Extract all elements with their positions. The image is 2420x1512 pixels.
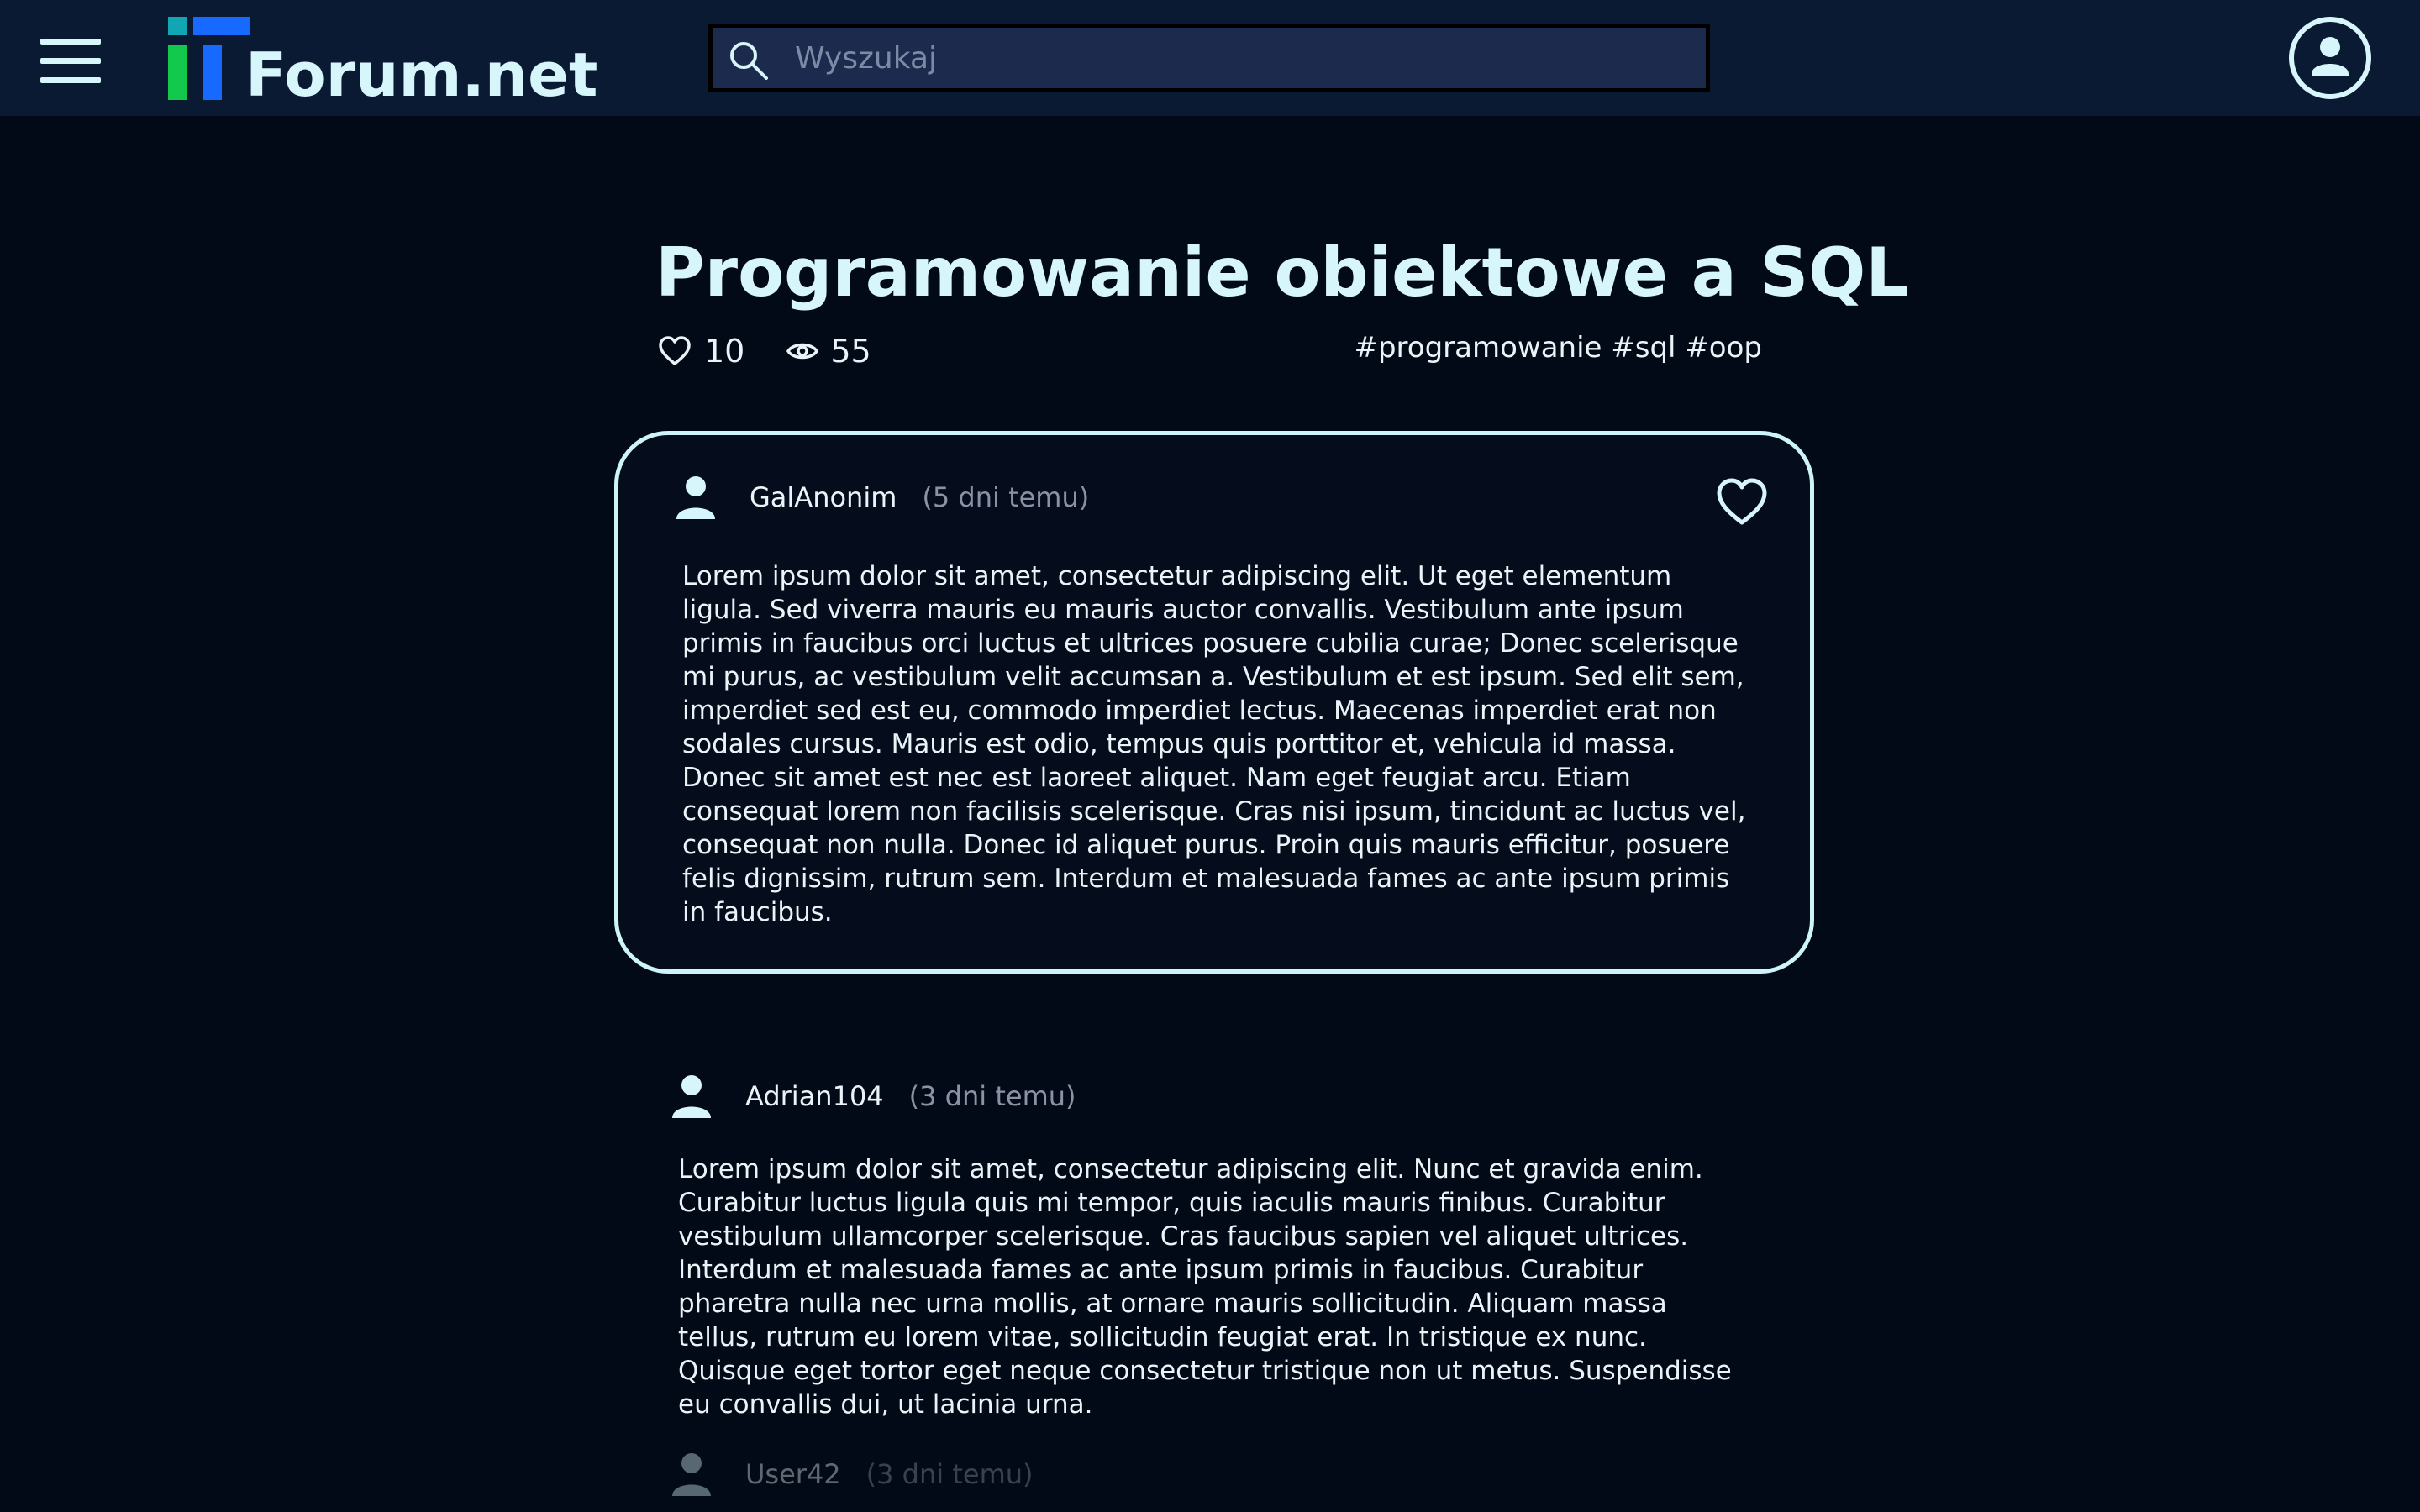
user-circle-icon[interactable] (2287, 15, 2373, 101)
views-stat: 55 (786, 333, 871, 370)
original-post-card: GalAnonim (5 dni temu) Lorem ipsum dolor… (614, 431, 1814, 974)
site-logo-text[interactable]: Forum.net (245, 37, 597, 113)
forum-logo-icon[interactable] (168, 17, 252, 101)
views-count: 55 (830, 333, 871, 370)
hamburger-menu-icon[interactable] (40, 39, 101, 84)
likes-count: 10 (704, 333, 745, 370)
reply-time: (3 dni temu) (865, 1458, 1034, 1490)
user-icon[interactable] (670, 1451, 713, 1498)
heart-outline-icon[interactable] (657, 334, 692, 368)
likes-stat: 10 (657, 333, 744, 370)
reply-time: (3 dni temu) (908, 1080, 1076, 1112)
thread-stats: 10 55 (657, 329, 871, 373)
post-time: (5 dni temu) (922, 481, 1090, 513)
tag-oop[interactable]: #oop (1685, 331, 1762, 365)
reply-author[interactable]: User42 (745, 1458, 841, 1490)
heart-outline-icon[interactable] (1715, 475, 1769, 529)
eye-icon (786, 343, 819, 360)
search-bar[interactable] (708, 24, 1710, 92)
reply-header: User42 (3 dni temu) (670, 1449, 1034, 1499)
tag-sql[interactable]: #sql (1611, 331, 1676, 365)
thread-title: Programowanie obiektowe a SQL (655, 234, 1909, 312)
user-icon[interactable] (670, 1073, 713, 1120)
reply-body: Lorem ipsum dolor sit amet, consectetur … (678, 1154, 1732, 1420)
top-navigation-bar: Forum.net (0, 0, 2420, 116)
search-input[interactable] (795, 28, 1686, 88)
thread-tags: #programowanie #sql #oop (1260, 331, 1762, 365)
user-icon[interactable] (674, 474, 718, 521)
tag-programowanie[interactable]: #programowanie (1354, 331, 1602, 365)
post-author[interactable]: GalAnonim (750, 481, 897, 513)
reply-header: Adrian104 (3 dni temu) (670, 1071, 1076, 1121)
reply-author[interactable]: Adrian104 (745, 1080, 884, 1112)
post-body: Lorem ipsum dolor sit amet, consectetur … (682, 561, 1746, 927)
search-icon[interactable] (728, 39, 771, 83)
post-header: GalAnonim (5 dni temu) (674, 472, 1089, 522)
